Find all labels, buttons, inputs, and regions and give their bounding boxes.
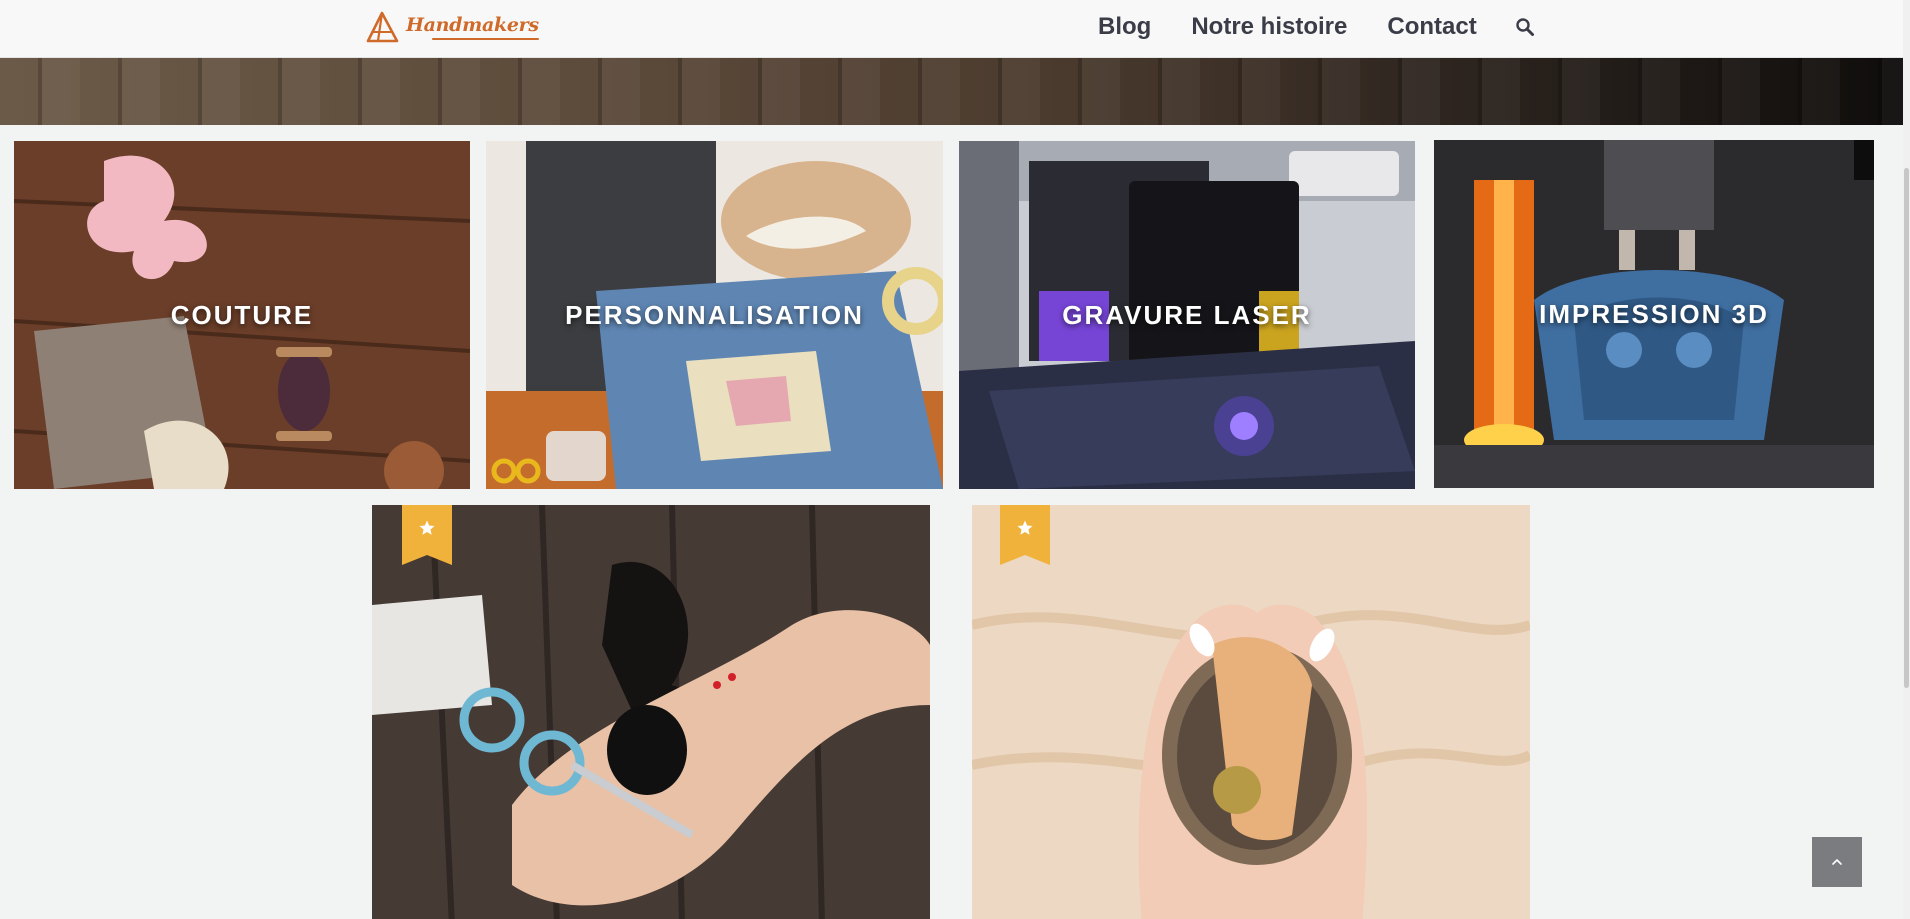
site-header: Handmakers Blog Notre histoire Contact bbox=[0, 0, 1903, 58]
category-tile-couture[interactable]: COUTURE bbox=[14, 141, 470, 489]
category-tile-gravure-laser[interactable]: GRAVURE LASER bbox=[959, 141, 1415, 489]
star-icon bbox=[1017, 520, 1033, 535]
featured-article-card[interactable] bbox=[372, 505, 930, 919]
category-label: IMPRESSION 3D bbox=[1539, 298, 1769, 329]
logo-mark-icon bbox=[366, 11, 399, 43]
featured-ribbon bbox=[402, 505, 452, 565]
star-icon bbox=[419, 520, 435, 535]
chevron-up-icon bbox=[1832, 859, 1842, 865]
main-nav: Blog Notre histoire Contact bbox=[1098, 0, 1537, 54]
page-scrollbar[interactable] bbox=[1903, 0, 1910, 919]
featured-article-card[interactable] bbox=[972, 505, 1530, 919]
category-tile-personnalisation[interactable]: PERSONNALISATION bbox=[486, 141, 943, 489]
money-jar-image bbox=[972, 505, 1530, 919]
scissors-thread-image bbox=[372, 505, 930, 919]
nav-blog[interactable]: Blog bbox=[1098, 13, 1151, 41]
featured-ribbon bbox=[1000, 505, 1050, 565]
search-icon[interactable] bbox=[1513, 15, 1537, 39]
back-to-top-button[interactable] bbox=[1812, 837, 1862, 887]
category-tile-impression-3d[interactable]: IMPRESSION 3D bbox=[1434, 140, 1874, 488]
category-label: GRAVURE LASER bbox=[1062, 299, 1312, 330]
scrollbar-thumb[interactable] bbox=[1904, 168, 1909, 688]
logo-text: Handmakers bbox=[406, 14, 539, 40]
hero-banner-image bbox=[0, 58, 1903, 125]
category-label: PERSONNALISATION bbox=[565, 299, 864, 330]
category-label: COUTURE bbox=[170, 299, 314, 330]
nav-contact[interactable]: Contact bbox=[1387, 13, 1476, 41]
site-logo[interactable]: Handmakers bbox=[364, 10, 539, 46]
nav-notre-histoire[interactable]: Notre histoire bbox=[1191, 13, 1347, 41]
